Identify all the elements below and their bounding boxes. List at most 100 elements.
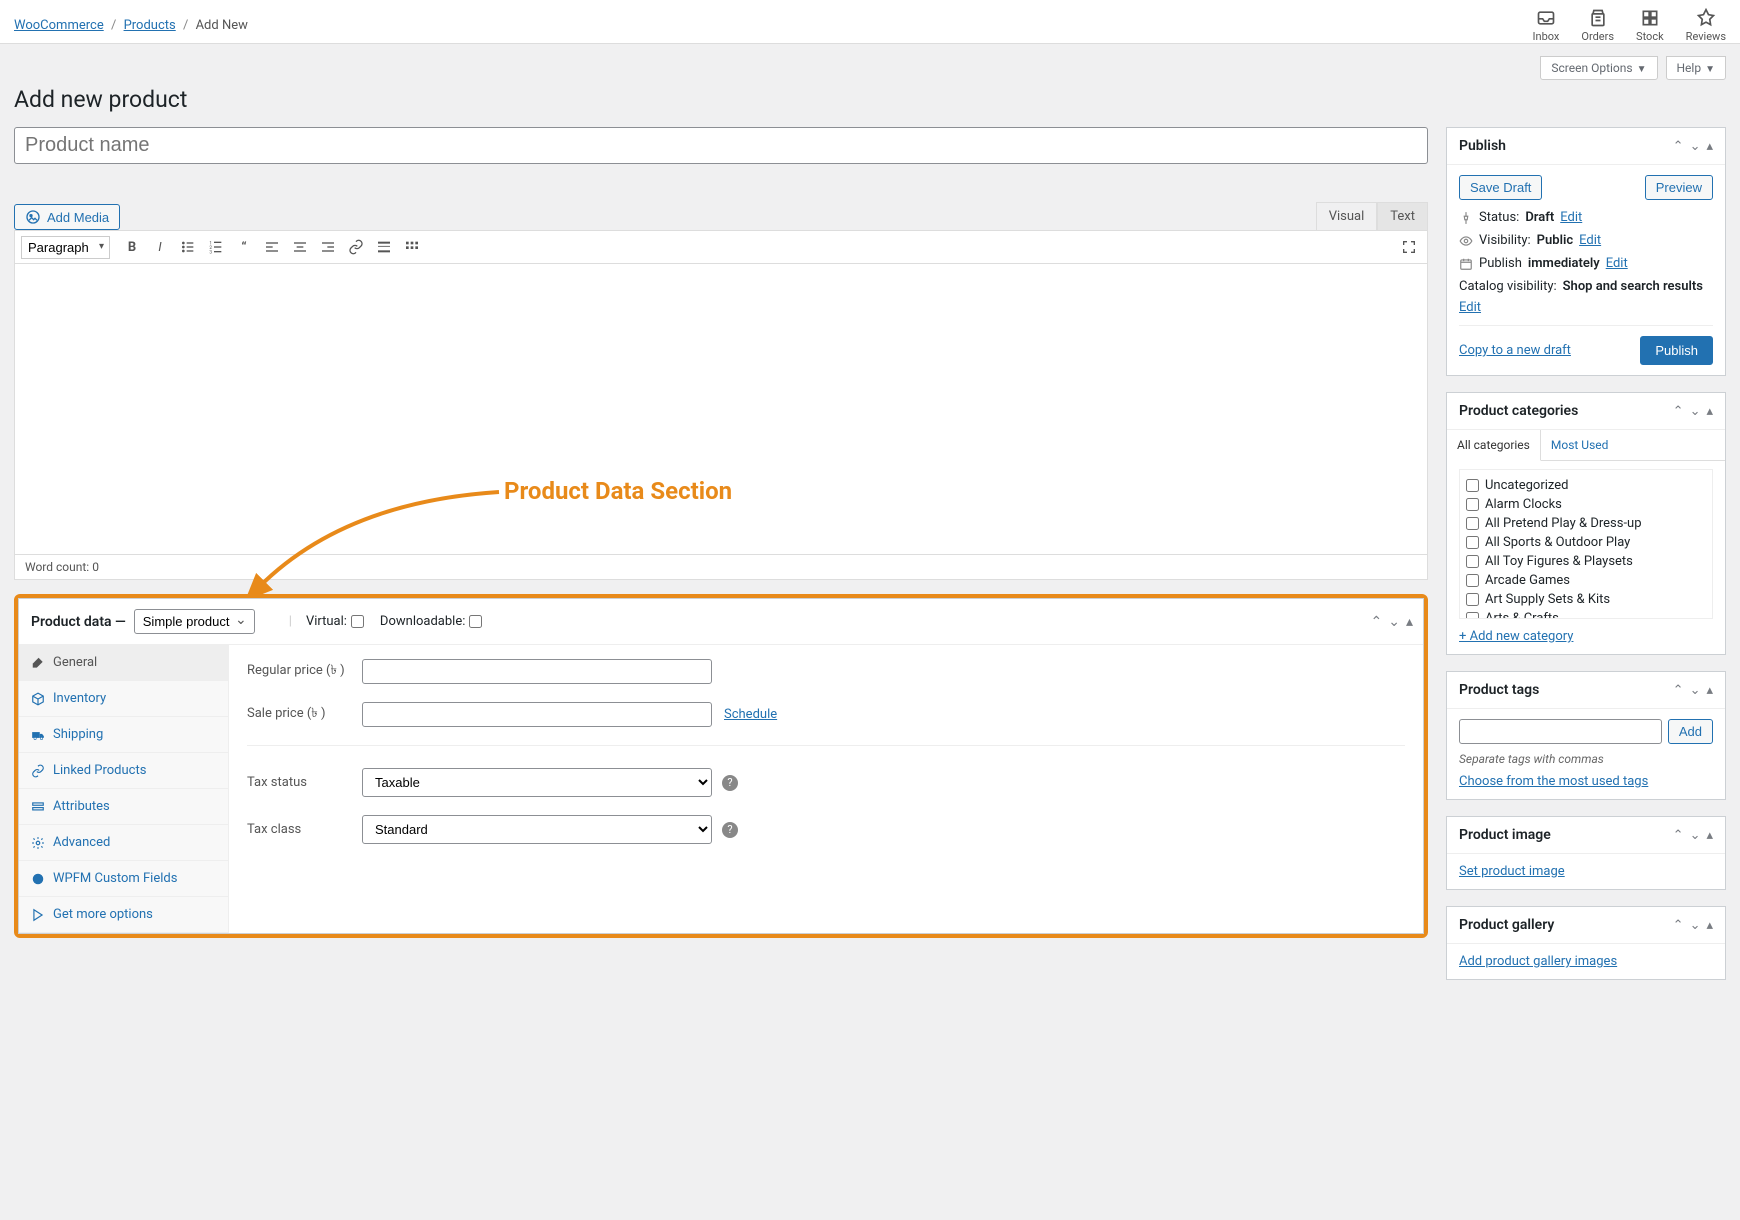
tab-advanced[interactable]: Advanced (19, 825, 228, 861)
word-count: Word count: 0 (15, 554, 1427, 579)
edit-catalog-link[interactable]: Edit (1459, 300, 1481, 315)
reviews-icon (1696, 8, 1716, 28)
breadcrumb-products[interactable]: Products (124, 18, 176, 33)
set-product-image-link[interactable]: Set product image (1459, 864, 1565, 879)
media-icon (25, 209, 41, 225)
panel-up-icon[interactable]: ⌃ (1673, 828, 1684, 843)
edit-status-link[interactable]: Edit (1560, 210, 1582, 225)
tab-general[interactable]: General (19, 645, 228, 681)
tab-attributes[interactable]: Attributes (19, 789, 228, 825)
stock-button[interactable]: Stock (1636, 8, 1664, 43)
readmore-button[interactable] (372, 235, 396, 259)
category-item[interactable]: All Sports & Outdoor Play (1466, 533, 1706, 552)
stock-icon (1640, 8, 1660, 28)
panel-toggle-icon[interactable]: ▴ (1706, 828, 1713, 843)
schedule-link[interactable]: Schedule (724, 707, 777, 722)
panel-up-icon[interactable]: ⌃ (1673, 139, 1684, 154)
product-name-input[interactable] (14, 127, 1428, 164)
virtual-checkbox-label[interactable]: Virtual: (306, 614, 364, 629)
help-icon[interactable]: ? (722, 822, 738, 838)
help-icon[interactable]: ? (722, 775, 738, 791)
save-draft-button[interactable]: Save Draft (1459, 175, 1542, 200)
category-item[interactable]: Alarm Clocks (1466, 495, 1706, 514)
panel-down-icon[interactable]: ⌄ (1690, 139, 1701, 154)
align-left-button[interactable] (260, 235, 284, 259)
categories-title: Product categories (1459, 403, 1578, 419)
tax-class-label: Tax class (247, 822, 362, 837)
panel-down-icon[interactable]: ⌄ (1690, 404, 1701, 419)
align-right-button[interactable] (316, 235, 340, 259)
tab-inventory[interactable]: Inventory (19, 681, 228, 717)
category-item[interactable]: Arcade Games (1466, 571, 1706, 590)
tab-linked-products[interactable]: Linked Products (19, 753, 228, 789)
categories-box: Product categories ⌃ ⌄ ▴ All categories Mo… (1446, 392, 1726, 655)
tab-wpfm-custom-fields[interactable]: WPFM Custom Fields (19, 861, 228, 897)
bullet-list-button[interactable] (176, 235, 200, 259)
orders-icon (1588, 8, 1608, 28)
link-button[interactable] (344, 235, 368, 259)
regular-price-label: Regular price (৳ ) (247, 661, 362, 682)
add-gallery-images-link[interactable]: Add product gallery images (1459, 954, 1617, 969)
help-button[interactable]: Help▼ (1666, 56, 1727, 80)
panel-down-icon[interactable]: ⌄ (1690, 683, 1701, 698)
category-item[interactable]: Art Supply Sets & Kits (1466, 590, 1706, 609)
panel-up-icon[interactable]: ⌃ (1673, 918, 1684, 933)
fullscreen-button[interactable] (1397, 235, 1421, 259)
panel-up-icon[interactable]: ⌃ (1673, 683, 1684, 698)
copy-draft-link[interactable]: Copy to a new draft (1459, 343, 1571, 358)
align-center-button[interactable] (288, 235, 312, 259)
panel-toggle-icon[interactable]: ▴ (1706, 683, 1713, 698)
most-used-tab[interactable]: Most Used (1541, 430, 1619, 460)
tag-input[interactable] (1459, 719, 1662, 744)
reviews-button[interactable]: Reviews (1686, 8, 1726, 43)
regular-price-input[interactable] (362, 659, 712, 684)
quote-button[interactable]: “ (232, 235, 256, 259)
sale-price-input[interactable] (362, 702, 712, 727)
add-tag-button[interactable]: Add (1668, 719, 1713, 744)
tax-class-select[interactable]: Standard (362, 815, 712, 844)
downloadable-checkbox-label[interactable]: Downloadable: (380, 614, 482, 629)
choose-tags-link[interactable]: Choose from the most used tags (1459, 774, 1648, 789)
category-item[interactable]: Uncategorized (1466, 476, 1706, 495)
toolbar-toggle-button[interactable] (400, 235, 424, 259)
italic-button[interactable]: I (148, 235, 172, 259)
panel-up-icon[interactable]: ⌃ (1371, 614, 1383, 630)
panel-toggle-icon[interactable]: ▴ (1706, 404, 1713, 419)
panel-toggle-icon[interactable]: ▴ (1706, 918, 1713, 933)
number-list-button[interactable]: 123 (204, 235, 228, 259)
panel-up-icon[interactable]: ⌃ (1673, 404, 1684, 419)
format-select[interactable]: Paragraph (21, 236, 110, 259)
svg-text:3: 3 (209, 250, 212, 255)
publish-button[interactable]: Publish (1640, 336, 1713, 365)
visual-tab[interactable]: Visual (1316, 202, 1378, 230)
edit-schedule-link[interactable]: Edit (1606, 256, 1628, 271)
category-item[interactable]: All Pretend Play & Dress-up (1466, 514, 1706, 533)
breadcrumb-woocommerce[interactable]: WooCommerce (14, 18, 104, 33)
add-media-button[interactable]: Add Media (14, 204, 120, 230)
panel-down-icon[interactable]: ⌄ (1690, 918, 1701, 933)
tag-hint: Separate tags with commas (1459, 752, 1713, 766)
screen-options-button[interactable]: Screen Options▼ (1540, 56, 1657, 80)
text-tab[interactable]: Text (1377, 202, 1428, 230)
category-list[interactable]: Uncategorized Alarm Clocks All Pretend P… (1459, 469, 1713, 619)
downloadable-checkbox[interactable] (469, 615, 482, 628)
panel-toggle-icon[interactable]: ▴ (1706, 139, 1713, 154)
orders-button[interactable]: Orders (1581, 8, 1614, 43)
category-item[interactable]: All Toy Figures & Playsets (1466, 552, 1706, 571)
category-item[interactable]: Arts & Crafts (1466, 609, 1706, 619)
tax-status-select[interactable]: Taxable (362, 768, 712, 797)
virtual-checkbox[interactable] (351, 615, 364, 628)
edit-visibility-link[interactable]: Edit (1579, 233, 1601, 248)
add-category-link[interactable]: + Add new category (1459, 629, 1573, 644)
tab-shipping[interactable]: Shipping (19, 717, 228, 753)
inbox-button[interactable]: Inbox (1533, 8, 1560, 43)
product-type-select[interactable]: Simple product (134, 609, 255, 634)
panel-toggle-icon[interactable]: ▴ (1406, 614, 1413, 630)
tab-get-more-options[interactable]: Get more options (19, 897, 228, 933)
panel-down-icon[interactable]: ⌄ (1388, 614, 1400, 630)
all-categories-tab[interactable]: All categories (1447, 430, 1541, 461)
editor-content[interactable] (15, 264, 1427, 554)
preview-button[interactable]: Preview (1645, 175, 1713, 200)
bold-button[interactable]: B (120, 235, 144, 259)
panel-down-icon[interactable]: ⌄ (1690, 828, 1701, 843)
